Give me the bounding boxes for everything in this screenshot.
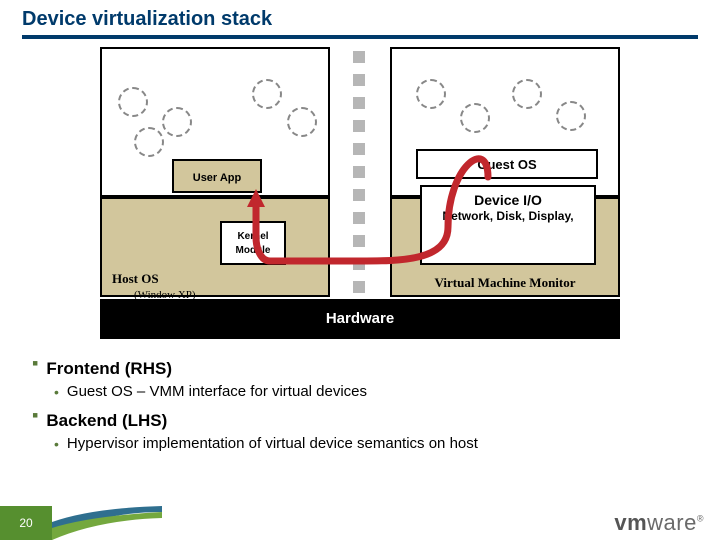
- panel-host-userspace: User App: [100, 47, 330, 197]
- process-circle: [134, 127, 164, 157]
- bullet-frontend-text: Frontend (RHS): [46, 359, 172, 379]
- subbullet-backend: • Hypervisor implementation of virtual d…: [32, 435, 688, 453]
- bullet-frontend: ▪ Frontend (RHS): [32, 353, 688, 381]
- vm-boundary-divider: [353, 47, 367, 297]
- footer: 20 vmware®: [0, 506, 720, 540]
- process-circle: [162, 107, 192, 137]
- process-circle: [252, 79, 282, 109]
- panel-guest-vm: Guest OS (Linux): [390, 47, 620, 197]
- process-circle: [512, 79, 542, 109]
- bullet-dot-icon: •: [54, 383, 59, 401]
- guest-os-box: Guest OS (Linux): [416, 149, 598, 179]
- logo-text: ware: [647, 510, 697, 535]
- bullet-square-icon: ▪: [32, 405, 38, 425]
- subbullet-backend-text: Hypervisor implementation of virtual dev…: [67, 435, 478, 452]
- panel-vmm: Device I/O Network, Disk, Display, Virtu…: [390, 197, 620, 297]
- process-circle: [416, 79, 446, 109]
- bullet-square-icon: ▪: [32, 353, 38, 373]
- host-os-text: Host OS: [112, 271, 159, 286]
- device-io-box: Device I/O Network, Disk, Display,: [420, 185, 596, 265]
- bullet-backend-text: Backend (LHS): [46, 411, 167, 431]
- process-circle: [118, 87, 148, 117]
- subbullet-frontend-text: Guest OS – VMM interface for virtual dev…: [67, 383, 367, 400]
- bullet-dot-icon: •: [54, 435, 59, 453]
- vmware-logo: vmware®: [614, 510, 704, 536]
- diagram: User App Guest OS (Linux) Kernel Module …: [100, 47, 620, 347]
- logo-reg: ®: [697, 514, 704, 524]
- device-io-title: Device I/O: [474, 192, 542, 208]
- vmm-label: Virtual Machine Monitor: [392, 275, 618, 291]
- bullet-backend: ▪ Backend (LHS): [32, 405, 688, 433]
- title-underline: [22, 35, 698, 39]
- guest-os-label: Guest OS: [477, 157, 536, 172]
- process-circle: [287, 107, 317, 137]
- panel-host-os: Kernel Module Host OS (Window XP): [100, 197, 330, 297]
- subbullet-frontend: • Guest OS – VMM interface for virtual d…: [32, 383, 688, 401]
- footer-swoosh-icon: [52, 506, 162, 540]
- device-io-items: Network, Disk, Display,: [422, 209, 594, 224]
- hardware-bar: Hardware: [100, 299, 620, 339]
- process-circle: [460, 103, 490, 133]
- slide-title: Device virtualization stack: [0, 0, 720, 35]
- process-circle: [556, 101, 586, 131]
- page-number: 20: [0, 506, 52, 540]
- bullet-content: ▪ Frontend (RHS) • Guest OS – VMM interf…: [0, 349, 720, 453]
- kernel-module-box: Kernel Module: [220, 221, 286, 265]
- user-app-box: User App: [172, 159, 262, 193]
